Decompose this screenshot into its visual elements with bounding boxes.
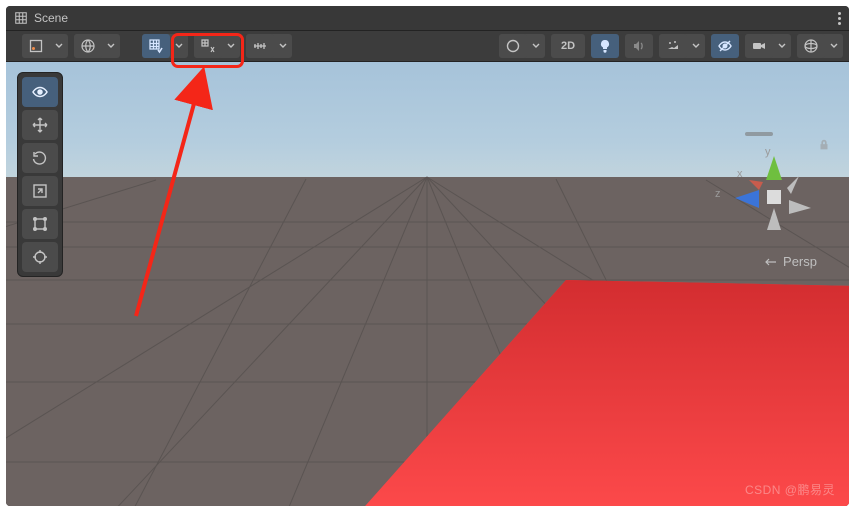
lock-icon[interactable] [817, 138, 831, 152]
grid-visibility-button[interactable] [246, 34, 274, 58]
grid-snap-dropdown[interactable] [170, 42, 188, 50]
orientation-gizmo[interactable] [729, 150, 819, 240]
move-tool[interactable] [22, 110, 58, 140]
audio-toggle[interactable] [625, 34, 653, 58]
fx-icon [665, 38, 681, 54]
overlay-drag-handle[interactable] [745, 132, 773, 136]
visibility-toggle[interactable] [711, 34, 739, 58]
window-menu-button[interactable] [838, 12, 841, 25]
snap-increment-button[interactable] [194, 34, 222, 58]
2d-label: 2D [561, 40, 575, 52]
shading-mode-button[interactable] [74, 34, 102, 58]
shading-mode-group[interactable] [74, 34, 120, 58]
rect-icon [31, 215, 49, 233]
camera-group[interactable] [745, 34, 791, 58]
layers-group[interactable] [797, 34, 843, 58]
shading-mode-dropdown[interactable] [102, 42, 120, 50]
watermark: CSDN @鹏易灵 [745, 481, 835, 498]
rect-tool[interactable] [22, 209, 58, 239]
persp-icon [765, 256, 777, 268]
gizmos-button[interactable] [499, 34, 527, 58]
projection-toggle[interactable]: Persp [765, 254, 817, 269]
grid-visibility-dropdown[interactable] [274, 42, 292, 50]
eye-icon [31, 83, 49, 101]
audio-icon [631, 38, 647, 54]
snap-increment-icon [200, 38, 216, 54]
ruler-icon [252, 38, 268, 54]
scale-icon [31, 182, 49, 200]
camera-dropdown[interactable] [773, 42, 791, 50]
shaded-icon [28, 38, 44, 54]
grid-snap-button[interactable] [142, 34, 170, 58]
window-tab-bar: Scene [6, 6, 849, 30]
gizmos-group[interactable] [499, 34, 545, 58]
layers-button[interactable] [797, 34, 825, 58]
projection-label: Persp [783, 254, 817, 269]
rotate-tool[interactable] [22, 143, 58, 173]
snap-increment-group[interactable] [194, 34, 240, 58]
globe-icon [80, 38, 96, 54]
view-tool[interactable] [22, 77, 58, 107]
axis-y-label: y [765, 146, 771, 158]
draw-mode-button[interactable] [22, 34, 50, 58]
draw-mode-group[interactable] [22, 34, 68, 58]
grid-visibility-group[interactable] [246, 34, 292, 58]
scene-tab-label: Scene [34, 11, 68, 25]
scene-toolbar: 2D [6, 30, 849, 62]
red-plane [351, 280, 849, 506]
scene-viewport[interactable]: y z x Persp CSDN @鹏易灵 [6, 62, 849, 506]
tool-palette [17, 72, 63, 277]
scene-tab[interactable]: Scene [14, 11, 68, 25]
layers-dropdown[interactable] [825, 42, 843, 50]
fx-group[interactable] [659, 34, 705, 58]
camera-icon [751, 38, 767, 54]
scale-tool[interactable] [22, 176, 58, 206]
move-icon [31, 116, 49, 134]
transform-icon [31, 248, 49, 266]
axis-z-label: z [715, 188, 721, 200]
grid-overlay [6, 62, 849, 506]
eye-off-icon [717, 38, 733, 54]
scene-grid-icon [14, 11, 28, 25]
snap-increment-dropdown[interactable] [222, 42, 240, 50]
rotate-icon [31, 149, 49, 167]
2d-toggle[interactable]: 2D [551, 34, 585, 58]
circle-icon [505, 38, 521, 54]
fx-button[interactable] [659, 34, 687, 58]
lighting-toggle[interactable] [591, 34, 619, 58]
grid-snap-group[interactable] [142, 34, 188, 58]
camera-button[interactable] [745, 34, 773, 58]
fx-dropdown[interactable] [687, 42, 705, 50]
draw-mode-dropdown[interactable] [50, 42, 68, 50]
orientation-gizmo-area: y z x Persp [711, 132, 831, 272]
axis-x-label: x [737, 168, 743, 180]
lightbulb-icon [597, 38, 613, 54]
transform-tool[interactable] [22, 242, 58, 272]
scene-window: Scene [6, 6, 849, 506]
globe-wire-icon [803, 38, 819, 54]
gizmos-dropdown[interactable] [527, 42, 545, 50]
grid-snap-icon [148, 38, 164, 54]
